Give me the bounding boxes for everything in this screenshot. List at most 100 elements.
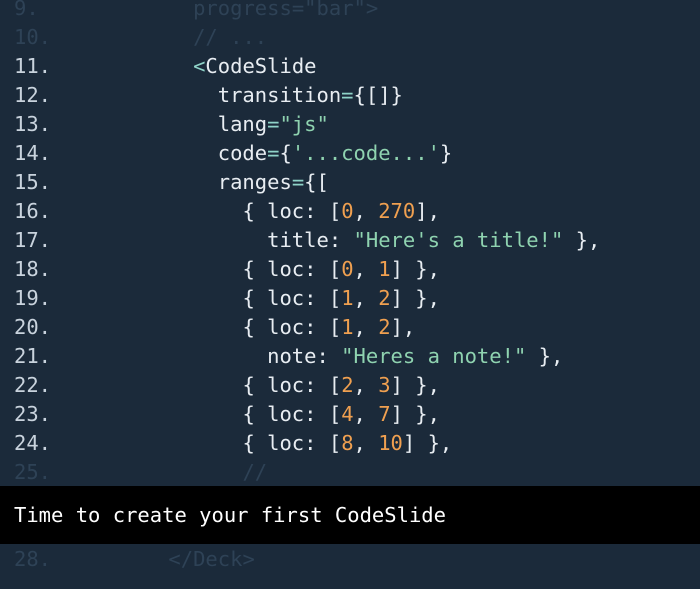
line-number: 24. — [14, 431, 52, 455]
code-line: 14. code={'...code...'} — [0, 139, 700, 168]
code-line: 11. <CodeSlide — [0, 52, 700, 81]
line-number: 22. — [14, 373, 52, 397]
code-token: 10 — [378, 431, 403, 455]
code-text: { loc: [1, 2], — [242, 313, 415, 342]
code-token: , — [353, 402, 379, 426]
code-text: { loc: [0, 270], — [242, 197, 440, 226]
code-line: 18. { loc: [0, 1] }, — [0, 255, 700, 284]
code-token: > — [365, 0, 379, 20]
code-token: title: — [267, 228, 354, 252]
code-token: 1 — [341, 286, 354, 310]
code-token: ], — [390, 315, 416, 339]
code-line: 10. // ... — [0, 23, 700, 52]
code-token: "js" — [279, 112, 329, 136]
code-text: </Deck> — [168, 545, 254, 574]
code-token: "Heres a note!" — [341, 344, 527, 368]
code-text: note: "Heres a note!" }, — [267, 342, 563, 371]
code-token: ] }, — [390, 373, 440, 397]
code-token: </Deck> — [168, 547, 255, 571]
code-text: { loc: [4, 7] }, — [242, 400, 440, 429]
code-token: 7 — [378, 402, 391, 426]
code-line: 22. { loc: [2, 3] }, — [0, 371, 700, 400]
code-text: <CodeSlide — [193, 52, 316, 81]
code-token: {[]} — [353, 83, 403, 107]
code-token: ] }, — [402, 431, 453, 455]
code-text: code={'...code...'} — [218, 139, 453, 168]
code-line: 16. { loc: [0, 270], — [0, 197, 700, 226]
code-token: progress — [193, 0, 292, 20]
code-token: 8 — [341, 431, 354, 455]
code-token: = — [291, 170, 305, 194]
code-token: 0 — [341, 257, 354, 281]
code-token: 0 — [341, 199, 354, 223]
code-token: }, — [526, 344, 564, 368]
line-number: 13. — [14, 112, 52, 136]
code-token: {[ — [304, 170, 329, 194]
line-number: 28. — [14, 547, 52, 571]
code-line: 23. { loc: [4, 7] }, — [0, 400, 700, 429]
caption-bar: Time to create your first CodeSlide — [0, 486, 700, 544]
code-token: "bar" — [304, 0, 366, 20]
code-token: 4 — [341, 402, 354, 426]
code-token: = — [267, 141, 280, 165]
line-number: 18. — [14, 257, 52, 281]
code-line: 12. transition={[]} — [0, 81, 700, 110]
code-token: '...code...' — [291, 141, 440, 165]
code-token: 1 — [378, 257, 391, 281]
code-token: 3 — [378, 373, 391, 397]
code-line: 19. { loc: [1, 2] }, — [0, 284, 700, 313]
code-token: } — [439, 141, 453, 165]
code-line: 28. </Deck> — [0, 545, 700, 574]
code-token: = — [267, 112, 280, 136]
line-number: 10. — [14, 25, 52, 49]
code-token: { loc: [ — [242, 431, 342, 455]
code-token: ], — [415, 199, 440, 223]
code-token: code — [217, 141, 268, 165]
caption-text: Time to create your first CodeSlide — [14, 503, 446, 527]
code-text: { loc: [2, 3] }, — [242, 371, 440, 400]
code-text: { loc: [0, 1] }, — [242, 255, 440, 284]
code-token: 2 — [341, 373, 354, 397]
line-number: 14. — [14, 141, 52, 165]
code-line: 21. note: "Heres a note!" }, — [0, 342, 700, 371]
code-token: 2 — [378, 315, 391, 339]
line-number: 19. — [14, 286, 52, 310]
line-number: 9. — [14, 0, 39, 20]
code-token: , — [353, 199, 379, 223]
code-token: { loc: [ — [242, 199, 342, 223]
line-number: 11. — [14, 54, 52, 78]
line-number: 21. — [14, 344, 52, 368]
code-line: 13. lang="js" — [0, 110, 700, 139]
code-token: { loc: [ — [242, 257, 342, 281]
code-token: { loc: [ — [242, 373, 342, 397]
code-token: "Here's a title!" — [353, 228, 564, 252]
code-token: { loc: [ — [242, 315, 342, 339]
code-token: lang — [217, 112, 268, 136]
line-number: 15. — [14, 170, 52, 194]
code-token: { loc: [ — [242, 286, 342, 310]
code-token: , — [353, 373, 379, 397]
code-text: lang="js" — [218, 110, 329, 139]
code-text: transition={[]} — [218, 81, 403, 110]
code-token: }, — [563, 228, 601, 252]
code-token: , — [353, 286, 379, 310]
code-token: 270 — [378, 199, 416, 223]
line-number: 16. — [14, 199, 52, 223]
code-token: , — [353, 257, 379, 281]
code-line: 25. // — [0, 458, 700, 487]
code-token: // ... — [193, 25, 268, 49]
code-token: 1 — [341, 315, 354, 339]
code-text: { loc: [1, 2] }, — [242, 284, 440, 313]
code-token: transition — [217, 83, 342, 107]
code-token: ] }, — [390, 286, 440, 310]
line-number: 12. — [14, 83, 52, 107]
code-line: 20. { loc: [1, 2], — [0, 313, 700, 342]
code-line: 15. ranges={[ — [0, 168, 700, 197]
line-number: 20. — [14, 315, 52, 339]
code-text: ranges={[ — [218, 168, 329, 197]
code-token: ranges — [217, 170, 292, 194]
line-number: 23. — [14, 402, 52, 426]
code-token: { — [279, 141, 292, 165]
code-token: 2 — [378, 286, 391, 310]
code-token: ] }, — [390, 257, 440, 281]
